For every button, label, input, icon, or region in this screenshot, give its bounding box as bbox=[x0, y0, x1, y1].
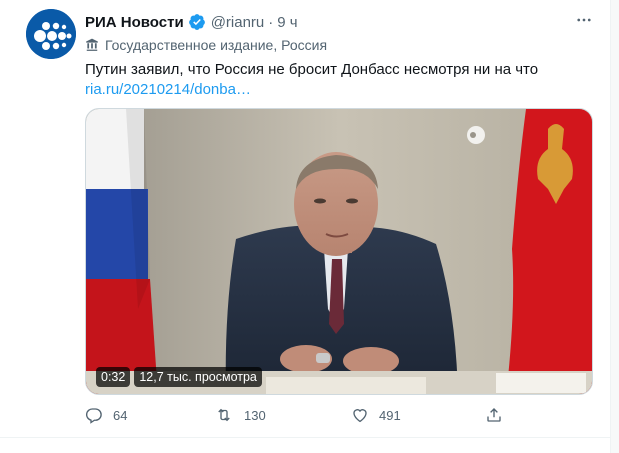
ria-logo-icon bbox=[26, 9, 76, 59]
tweet-actions: 64 130 491 bbox=[85, 403, 505, 427]
video-badges: 0:32 12,7 тыс. просмотра bbox=[96, 367, 262, 387]
like-count: 491 bbox=[379, 407, 401, 423]
reply-button[interactable]: 64 bbox=[85, 403, 127, 427]
tweet[interactable]: РИА Новости @rianru · 9 ч Государственно… bbox=[0, 0, 611, 453]
video-views: 12,7 тыс. просмотра bbox=[134, 367, 262, 387]
share-icon bbox=[487, 408, 501, 422]
retweet-button[interactable]: 130 bbox=[214, 403, 266, 427]
video-duration: 0:32 bbox=[96, 367, 131, 387]
retweet-count: 130 bbox=[244, 407, 266, 423]
reply-count: 64 bbox=[113, 407, 128, 423]
like-icon bbox=[353, 409, 367, 423]
separator-dot: · bbox=[268, 13, 274, 31]
state-media-icon bbox=[86, 38, 98, 51]
retweet-icon bbox=[218, 408, 230, 422]
more-icon bbox=[577, 18, 591, 22]
tweet-link[interactable]: ria.ru/20210214/donba… bbox=[85, 80, 251, 100]
state-media-text: Государственное издание, Россия bbox=[105, 37, 328, 53]
tweet-header: РИА Новости @rianru · 9 ч bbox=[85, 12, 298, 32]
verified-badge-icon bbox=[188, 14, 205, 30]
video-player[interactable]: 0:32 12,7 тыс. просмотра bbox=[85, 108, 593, 395]
avatar[interactable] bbox=[26, 9, 76, 59]
state-media-label[interactable]: Государственное издание, Россия bbox=[85, 36, 327, 54]
author-name[interactable]: РИА Новости bbox=[85, 14, 184, 31]
reply-icon bbox=[85, 408, 102, 424]
share-button[interactable] bbox=[485, 403, 513, 427]
tweet-text: Путин заявил, что Россия не бросит Донба… bbox=[85, 61, 539, 78]
more-button[interactable] bbox=[572, 10, 596, 30]
like-button[interactable]: 491 bbox=[351, 403, 401, 427]
author-handle[interactable]: @rianru bbox=[211, 14, 265, 31]
tweet-divider bbox=[0, 437, 611, 438]
scrollbar[interactable] bbox=[610, 0, 619, 453]
video-thumbnail bbox=[86, 109, 592, 394]
tweet-time[interactable]: 9 ч bbox=[277, 14, 297, 31]
